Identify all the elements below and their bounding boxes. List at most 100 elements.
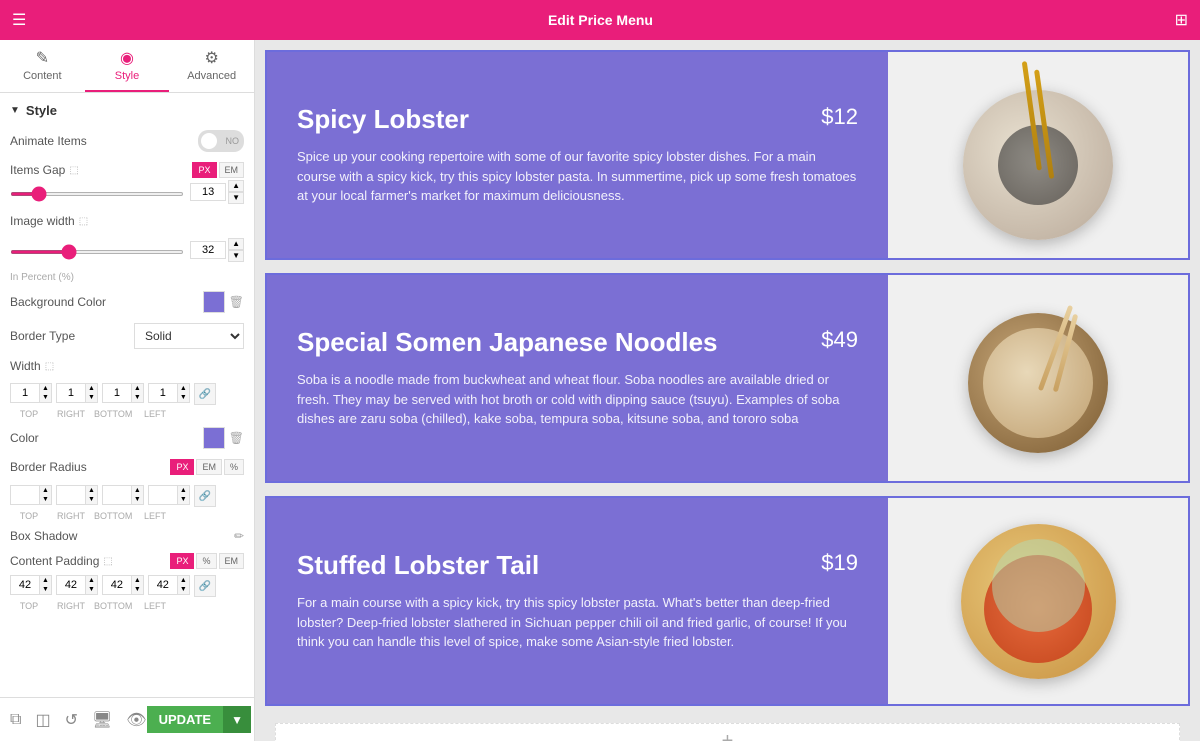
cp-right-up[interactable]: ▲ [85, 576, 97, 585]
br-top-up[interactable]: ▲ [39, 486, 51, 495]
cp-link-icon[interactable]: 🔗 [194, 575, 216, 597]
width-label-row: Width ⬚ [10, 359, 244, 373]
border-radius-em-btn[interactable]: EM [196, 459, 222, 475]
section-arrow-icon: ▼ [10, 105, 20, 116]
width-top-up[interactable]: ▲ [39, 384, 51, 393]
width-right-input[interactable] [57, 385, 85, 401]
br-right-up[interactable]: ▲ [85, 486, 97, 495]
items-gap-px-btn[interactable]: PX [192, 162, 216, 178]
width-right-down[interactable]: ▼ [85, 393, 97, 402]
width-bottom-input[interactable] [103, 385, 131, 401]
menu-item-2: Special Somen Japanese Noodles $49 Soba … [265, 273, 1190, 483]
width-link-icon[interactable]: 🔗 [194, 383, 216, 405]
background-color-delete-icon[interactable]: 🗑 [229, 295, 244, 309]
width-left-input[interactable] [149, 385, 177, 401]
width-right-up[interactable]: ▲ [85, 384, 97, 393]
items-gap-input[interactable]: 13 [190, 183, 226, 201]
cp-top-down[interactable]: ▼ [39, 585, 51, 594]
width-left-up[interactable]: ▲ [177, 384, 189, 393]
br-top-box: ▲ ▼ [10, 485, 52, 505]
cp-bottom-up[interactable]: ▲ [131, 576, 143, 585]
br-bottom-down[interactable]: ▼ [131, 495, 143, 504]
cp-left-up[interactable]: ▲ [177, 576, 189, 585]
image-width-down-btn[interactable]: ▼ [228, 250, 244, 262]
background-color-swatch: 🗑 [203, 291, 244, 313]
content-padding-pct-btn[interactable]: % [196, 553, 216, 569]
image-width-input[interactable]: 32 [190, 241, 226, 259]
content-padding-em-btn[interactable]: EM [219, 553, 245, 569]
color-delete-icon[interactable]: 🗑 [229, 431, 244, 445]
br-right-input[interactable] [57, 487, 85, 503]
image-width-slider-row: 32 ▲ ▼ [10, 238, 244, 262]
width-right-spinners: ▲ ▼ [85, 384, 97, 402]
content-tab-icon: ✎ [36, 48, 49, 68]
animate-items-toggle[interactable]: NO [198, 130, 244, 152]
width-input-labels: TOP RIGHT BOTTOM LEFT [10, 409, 244, 419]
cp-right-input[interactable] [57, 577, 85, 593]
refresh-icon[interactable]: ↺ [65, 710, 78, 730]
br-bottom-input[interactable] [103, 487, 131, 503]
cp-bottom-input[interactable] [103, 577, 131, 593]
update-btn-group: UPDATE ▼ [147, 706, 251, 733]
width-bottom-down[interactable]: ▼ [131, 393, 143, 402]
grid-icon[interactable]: ⊞ [1175, 10, 1188, 30]
update-dropdown-btn[interactable]: ▼ [223, 706, 251, 733]
image-width-slider[interactable] [10, 250, 184, 254]
layers-icon[interactable]: ⧉ [10, 711, 21, 729]
stack-icon[interactable]: ◫ [35, 710, 50, 730]
br-left-up[interactable]: ▲ [177, 486, 189, 495]
cp-left-down[interactable]: ▼ [177, 585, 189, 594]
cp-top-up[interactable]: ▲ [39, 576, 51, 585]
items-gap-slider[interactable] [10, 192, 184, 196]
cp-left-label: LEFT [136, 601, 174, 611]
cp-left-input[interactable] [149, 577, 177, 593]
tab-content[interactable]: ✎ Content [0, 40, 85, 92]
width-left-down[interactable]: ▼ [177, 393, 189, 402]
menu-item-1-price: $12 [821, 104, 858, 130]
border-radius-pct-btn[interactable]: % [224, 459, 244, 475]
monitor-icon[interactable]: 🖥 [92, 710, 112, 730]
background-color-row: Background Color 🗑 [10, 291, 244, 313]
width-bottom-up[interactable]: ▲ [131, 384, 143, 393]
br-top-spinners: ▲ ▼ [39, 486, 51, 504]
image-width-up-btn[interactable]: ▲ [228, 238, 244, 250]
border-radius-px-btn[interactable]: PX [170, 459, 194, 475]
br-right-label: RIGHT [52, 511, 90, 521]
update-button[interactable]: UPDATE [147, 706, 223, 733]
width-left-box: ▲ ▼ [148, 383, 190, 403]
border-type-select[interactable]: Solid None Dashed Dotted Double [134, 323, 244, 349]
cp-right-label: RIGHT [52, 601, 90, 611]
br-left-input[interactable] [149, 487, 177, 503]
width-top-down[interactable]: ▼ [39, 393, 51, 402]
items-gap-down-btn[interactable]: ▼ [228, 192, 244, 204]
br-bottom-up[interactable]: ▲ [131, 486, 143, 495]
items-gap-up-btn[interactable]: ▲ [228, 180, 244, 192]
hamburger-icon[interactable]: ☰ [12, 10, 26, 30]
eye-icon[interactable]: 👁 [126, 710, 146, 730]
tab-content-label: Content [23, 70, 62, 82]
menu-item-1-name: Spicy Lobster [297, 104, 469, 135]
width-top-input[interactable] [11, 385, 39, 401]
image-width-spinners: ▲ ▼ [228, 238, 244, 262]
br-left-down[interactable]: ▼ [177, 495, 189, 504]
br-left-group: ▲ ▼ [148, 485, 190, 507]
toggle-label: NO [226, 136, 240, 146]
cp-bottom-down[interactable]: ▼ [131, 585, 143, 594]
style-section-header[interactable]: ▼ Style [10, 103, 244, 118]
color-box[interactable] [203, 427, 225, 449]
br-right-down[interactable]: ▼ [85, 495, 97, 504]
menu-item-3-name: Stuffed Lobster Tail [297, 550, 539, 581]
tab-style[interactable]: ◉ Style [85, 40, 170, 92]
box-shadow-edit-icon[interactable]: ✏ [234, 529, 244, 543]
background-color-box[interactable] [203, 291, 225, 313]
content-padding-px-btn[interactable]: PX [170, 553, 194, 569]
br-top-input[interactable] [11, 487, 39, 503]
br-link-icon[interactable]: 🔗 [194, 485, 216, 507]
add-item-btn-1[interactable]: + [275, 723, 1180, 741]
br-top-down[interactable]: ▼ [39, 495, 51, 504]
cp-left-box: ▲ ▼ [148, 575, 190, 595]
cp-right-down[interactable]: ▼ [85, 585, 97, 594]
cp-top-input[interactable] [11, 577, 39, 593]
items-gap-em-btn[interactable]: EM [219, 162, 245, 178]
tab-advanced[interactable]: ⚙ Advanced [169, 40, 254, 92]
